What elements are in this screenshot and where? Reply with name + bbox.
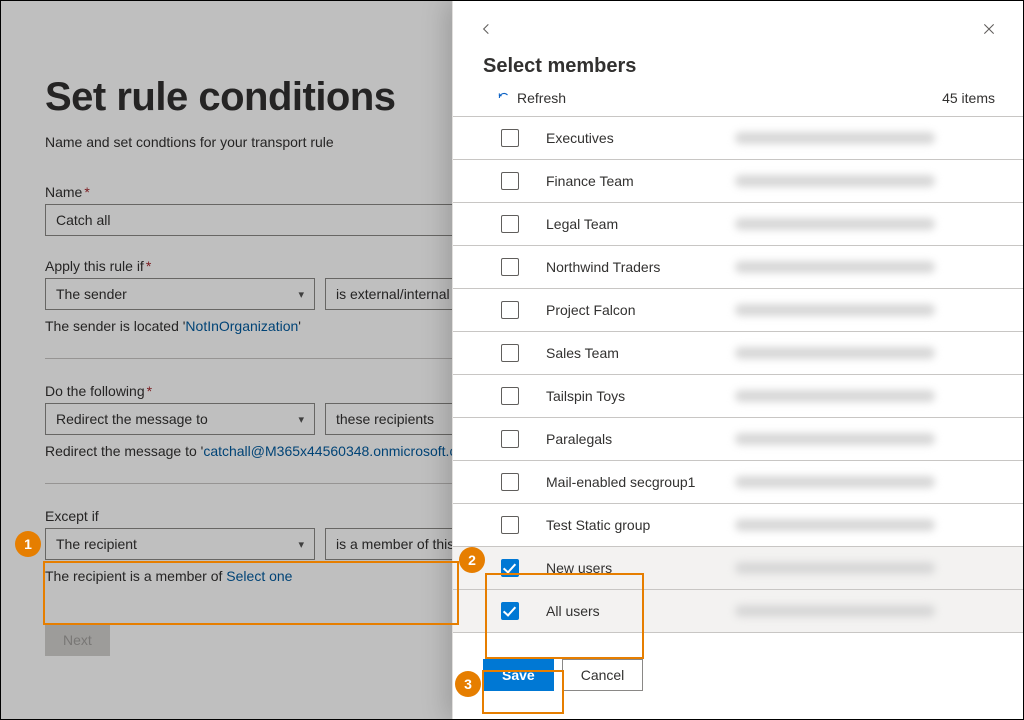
member-email-redacted [735, 132, 1003, 144]
member-checkbox[interactable] [501, 430, 519, 448]
member-name: Executives [546, 130, 711, 146]
member-checkbox[interactable] [501, 301, 519, 319]
close-button[interactable] [975, 15, 1003, 43]
member-email-redacted [735, 304, 1003, 316]
refresh-label: Refresh [517, 90, 566, 106]
member-email-redacted [735, 605, 1003, 617]
member-checkbox[interactable] [501, 473, 519, 491]
member-checkbox[interactable] [501, 172, 519, 190]
member-checkbox[interactable] [501, 258, 519, 276]
member-checkbox[interactable] [501, 344, 519, 362]
member-email-redacted [735, 476, 1003, 488]
member-name: Test Static group [546, 517, 711, 533]
member-email-redacted [735, 261, 1003, 273]
items-count: 45 items [942, 90, 995, 106]
member-row[interactable]: Northwind Traders [453, 246, 1023, 289]
member-checkbox[interactable] [501, 559, 519, 577]
members-list: Executives Finance Team Legal Team Northwin… [453, 116, 1023, 645]
member-row[interactable]: All users [453, 590, 1023, 633]
member-name: Northwind Traders [546, 259, 711, 275]
annotation-marker-2: 2 [459, 547, 485, 573]
arrow-left-icon [479, 21, 495, 37]
member-name: Project Falcon [546, 302, 711, 318]
member-checkbox[interactable] [501, 129, 519, 147]
member-email-redacted [735, 347, 1003, 359]
member-name: Finance Team [546, 173, 711, 189]
member-email-redacted [735, 519, 1003, 531]
cancel-button[interactable]: Cancel [562, 659, 644, 691]
member-checkbox[interactable] [501, 215, 519, 233]
member-checkbox[interactable] [501, 516, 519, 534]
member-row[interactable]: Finance Team [453, 160, 1023, 203]
member-row[interactable]: New users [453, 547, 1023, 590]
member-row[interactable]: Paralegals [453, 418, 1023, 461]
member-email-redacted [735, 562, 1003, 574]
member-name: Paralegals [546, 431, 711, 447]
member-row[interactable]: Sales Team [453, 332, 1023, 375]
member-row[interactable]: Executives [453, 117, 1023, 160]
member-checkbox[interactable] [501, 602, 519, 620]
save-button[interactable]: Save [483, 659, 554, 691]
select-members-panel: Select members Refresh 45 items Executiv… [452, 1, 1023, 719]
member-email-redacted [735, 390, 1003, 402]
member-name: Sales Team [546, 345, 711, 361]
member-email-redacted [735, 218, 1003, 230]
member-name: Legal Team [546, 216, 711, 232]
member-name: Tailspin Toys [546, 388, 711, 404]
member-row[interactable]: Tailspin Toys [453, 375, 1023, 418]
annotation-marker-3: 3 [455, 671, 481, 697]
member-checkbox[interactable] [501, 387, 519, 405]
annotation-marker-1: 1 [15, 531, 41, 557]
member-row[interactable]: Test Static group [453, 504, 1023, 547]
panel-title: Select members [483, 55, 1023, 78]
refresh-button[interactable]: Refresh [497, 90, 566, 106]
member-email-redacted [735, 433, 1003, 445]
member-name: Mail-enabled secgroup1 [546, 474, 711, 490]
member-row[interactable]: Project Falcon [453, 289, 1023, 332]
close-icon [981, 21, 997, 37]
member-row[interactable]: Mail-enabled secgroup1 [453, 461, 1023, 504]
member-name: All users [546, 603, 711, 619]
member-email-redacted [735, 175, 1003, 187]
member-name: New users [546, 560, 711, 576]
refresh-icon [497, 91, 511, 105]
back-button[interactable] [473, 15, 501, 43]
member-row[interactable]: Legal Team [453, 203, 1023, 246]
